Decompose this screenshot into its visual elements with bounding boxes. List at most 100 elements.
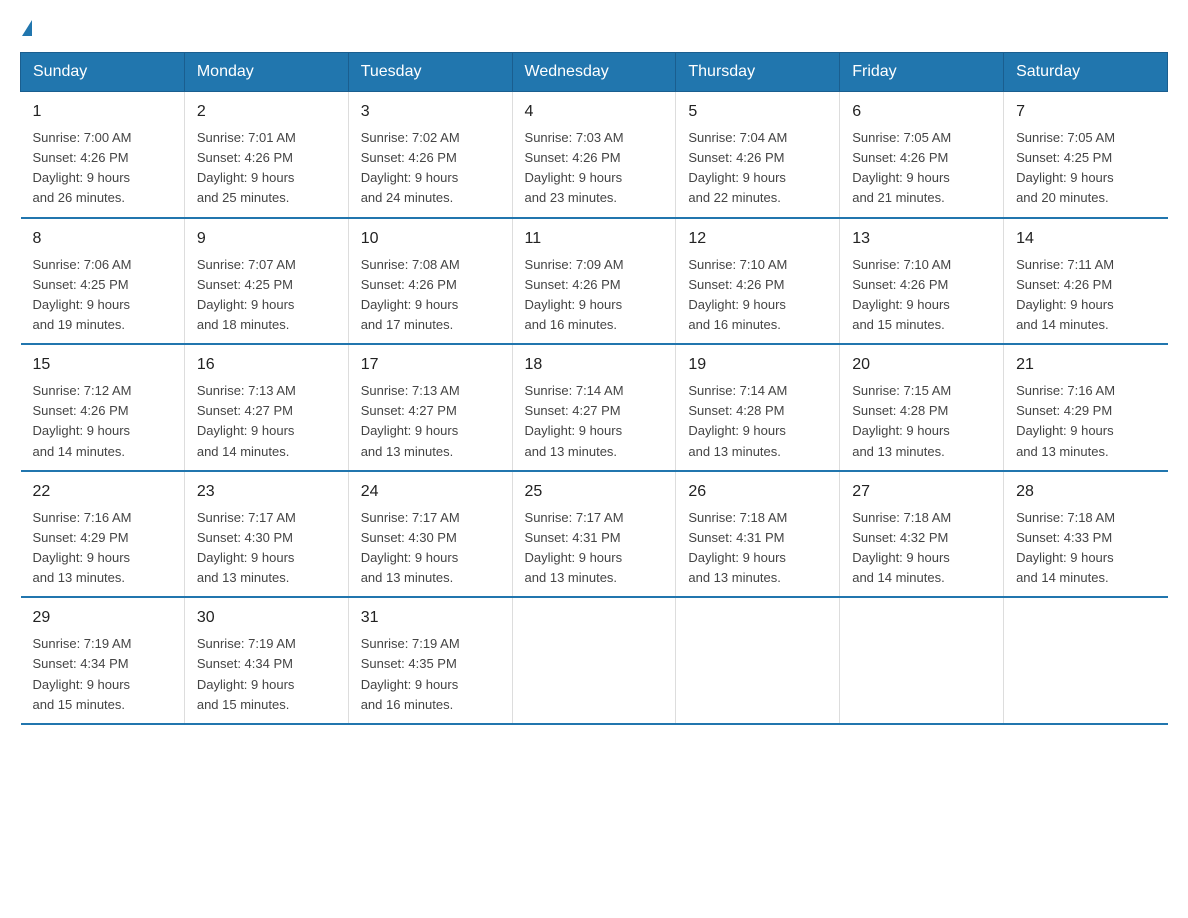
calendar-cell: 14Sunrise: 7:11 AMSunset: 4:26 PMDayligh… — [1004, 218, 1168, 345]
day-number: 29 — [33, 606, 172, 630]
header-row: SundayMondayTuesdayWednesdayThursdayFrid… — [21, 53, 1168, 92]
day-info: Sunrise: 7:13 AMSunset: 4:27 PMDaylight:… — [197, 381, 336, 462]
day-info: Sunrise: 7:17 AMSunset: 4:31 PMDaylight:… — [525, 508, 664, 589]
calendar-cell: 2 Sunrise: 7:01 AMSunset: 4:26 PMDaylight… — [184, 92, 348, 218]
day-info: Sunrise: 7:14 AMSunset: 4:28 PMDaylight:… — [688, 381, 827, 462]
day-info: Sunrise: 7:01 AMSunset: 4:26 PMDaylight:… — [197, 128, 336, 209]
day-info: Sunrise: 7:14 AMSunset: 4:27 PMDaylight:… — [525, 381, 664, 462]
day-number: 22 — [33, 480, 172, 504]
day-info: Sunrise: 7:18 AMSunset: 4:31 PMDaylight:… — [688, 508, 827, 589]
week-row-5: 29 Sunrise: 7:19 AMSunset: 4:34 PMDayligh… — [21, 597, 1168, 724]
day-info: Sunrise: 7:13 AMSunset: 4:27 PMDaylight:… — [361, 381, 500, 462]
calendar-cell: 3 Sunrise: 7:02 AMSunset: 4:26 PMDaylight… — [348, 92, 512, 218]
day-info: Sunrise: 7:03 AMSunset: 4:26 PMDaylight:… — [525, 128, 664, 209]
calendar-cell: 29 Sunrise: 7:19 AMSunset: 4:34 PMDayligh… — [21, 597, 185, 724]
calendar-cell: 20 Sunrise: 7:15 AMSunset: 4:28 PMDayligh… — [840, 344, 1004, 471]
day-info: Sunrise: 7:02 AMSunset: 4:26 PMDaylight:… — [361, 128, 500, 209]
week-row-2: 8 Sunrise: 7:06 AMSunset: 4:25 PMDaylight… — [21, 218, 1168, 345]
header-day-wednesday: Wednesday — [512, 53, 676, 92]
day-number: 31 — [361, 606, 500, 630]
day-info: Sunrise: 7:16 AMSunset: 4:29 PMDaylight:… — [33, 508, 172, 589]
day-info: Sunrise: 7:19 AMSunset: 4:34 PMDaylight:… — [197, 634, 336, 715]
day-info: Sunrise: 7:19 AMSunset: 4:35 PMDaylight:… — [361, 634, 500, 715]
calendar-cell — [840, 597, 1004, 724]
day-number: 24 — [361, 480, 500, 504]
calendar-cell: 23Sunrise: 7:17 AMSunset: 4:30 PMDayligh… — [184, 471, 348, 598]
day-number: 28 — [1016, 480, 1155, 504]
day-number: 17 — [361, 353, 500, 377]
day-info: Sunrise: 7:17 AMSunset: 4:30 PMDaylight:… — [197, 508, 336, 589]
day-info: Sunrise: 7:08 AMSunset: 4:26 PMDaylight:… — [361, 255, 500, 336]
calendar-cell: 26Sunrise: 7:18 AMSunset: 4:31 PMDayligh… — [676, 471, 840, 598]
day-info: Sunrise: 7:06 AMSunset: 4:25 PMDaylight:… — [33, 255, 172, 336]
calendar-cell: 4Sunrise: 7:03 AMSunset: 4:26 PMDaylight… — [512, 92, 676, 218]
page-header — [20, 20, 1168, 36]
day-number: 5 — [688, 100, 827, 124]
day-number: 10 — [361, 227, 500, 251]
header-day-sunday: Sunday — [21, 53, 185, 92]
calendar-cell: 17 Sunrise: 7:13 AMSunset: 4:27 PMDayligh… — [348, 344, 512, 471]
header-day-thursday: Thursday — [676, 53, 840, 92]
calendar-cell: 8 Sunrise: 7:06 AMSunset: 4:25 PMDaylight… — [21, 218, 185, 345]
day-number: 11 — [525, 227, 664, 251]
week-row-3: 15 Sunrise: 7:12 AMSunset: 4:26 PMDayligh… — [21, 344, 1168, 471]
calendar-cell: 13 Sunrise: 7:10 AMSunset: 4:26 PMDayligh… — [840, 218, 1004, 345]
calendar-cell: 25 Sunrise: 7:17 AMSunset: 4:31 PMDayligh… — [512, 471, 676, 598]
calendar-cell: 1 Sunrise: 7:00 AMSunset: 4:26 PMDaylight… — [21, 92, 185, 218]
calendar-cell — [1004, 597, 1168, 724]
logo-triangle-icon — [22, 20, 32, 36]
day-number: 2 — [197, 100, 336, 124]
calendar-cell: 15 Sunrise: 7:12 AMSunset: 4:26 PMDayligh… — [21, 344, 185, 471]
calendar-cell: 22 Sunrise: 7:16 AMSunset: 4:29 PMDayligh… — [21, 471, 185, 598]
calendar-header: SundayMondayTuesdayWednesdayThursdayFrid… — [21, 53, 1168, 92]
calendar-cell: 6 Sunrise: 7:05 AMSunset: 4:26 PMDaylight… — [840, 92, 1004, 218]
day-number: 20 — [852, 353, 991, 377]
day-info: Sunrise: 7:18 AMSunset: 4:32 PMDaylight:… — [852, 508, 991, 589]
day-info: Sunrise: 7:17 AMSunset: 4:30 PMDaylight:… — [361, 508, 500, 589]
day-number: 15 — [33, 353, 172, 377]
calendar-cell: 9Sunrise: 7:07 AMSunset: 4:25 PMDaylight… — [184, 218, 348, 345]
calendar-cell: 19Sunrise: 7:14 AMSunset: 4:28 PMDayligh… — [676, 344, 840, 471]
calendar-cell: 24 Sunrise: 7:17 AMSunset: 4:30 PMDayligh… — [348, 471, 512, 598]
day-number: 16 — [197, 353, 336, 377]
day-info: Sunrise: 7:19 AMSunset: 4:34 PMDaylight:… — [33, 634, 172, 715]
day-info: Sunrise: 7:16 AMSunset: 4:29 PMDaylight:… — [1016, 381, 1155, 462]
header-day-monday: Monday — [184, 53, 348, 92]
day-info: Sunrise: 7:05 AMSunset: 4:25 PMDaylight:… — [1016, 128, 1155, 209]
day-number: 3 — [361, 100, 500, 124]
day-number: 18 — [525, 353, 664, 377]
calendar-cell: 7 Sunrise: 7:05 AMSunset: 4:25 PMDaylight… — [1004, 92, 1168, 218]
day-info: Sunrise: 7:05 AMSunset: 4:26 PMDaylight:… — [852, 128, 991, 209]
header-day-saturday: Saturday — [1004, 53, 1168, 92]
calendar-cell — [676, 597, 840, 724]
day-number: 6 — [852, 100, 991, 124]
day-info: Sunrise: 7:10 AMSunset: 4:26 PMDaylight:… — [688, 255, 827, 336]
day-number: 25 — [525, 480, 664, 504]
day-info: Sunrise: 7:10 AMSunset: 4:26 PMDaylight:… — [852, 255, 991, 336]
day-info: Sunrise: 7:18 AMSunset: 4:33 PMDaylight:… — [1016, 508, 1155, 589]
calendar-cell: 12Sunrise: 7:10 AMSunset: 4:26 PMDayligh… — [676, 218, 840, 345]
calendar-cell — [512, 597, 676, 724]
calendar-cell: 18 Sunrise: 7:14 AMSunset: 4:27 PMDayligh… — [512, 344, 676, 471]
day-number: 30 — [197, 606, 336, 630]
day-info: Sunrise: 7:15 AMSunset: 4:28 PMDaylight:… — [852, 381, 991, 462]
calendar-cell: 28 Sunrise: 7:18 AMSunset: 4:33 PMDayligh… — [1004, 471, 1168, 598]
calendar-cell: 21Sunrise: 7:16 AMSunset: 4:29 PMDayligh… — [1004, 344, 1168, 471]
day-number: 27 — [852, 480, 991, 504]
logo — [20, 20, 32, 36]
calendar-table: SundayMondayTuesdayWednesdayThursdayFrid… — [20, 52, 1168, 725]
calendar-cell: 10 Sunrise: 7:08 AMSunset: 4:26 PMDayligh… — [348, 218, 512, 345]
calendar-body: 1 Sunrise: 7:00 AMSunset: 4:26 PMDaylight… — [21, 92, 1168, 724]
calendar-cell: 30 Sunrise: 7:19 AMSunset: 4:34 PMDayligh… — [184, 597, 348, 724]
day-number: 1 — [33, 100, 172, 124]
day-info: Sunrise: 7:00 AMSunset: 4:26 PMDaylight:… — [33, 128, 172, 209]
calendar-cell: 16 Sunrise: 7:13 AMSunset: 4:27 PMDayligh… — [184, 344, 348, 471]
day-info: Sunrise: 7:11 AMSunset: 4:26 PMDaylight:… — [1016, 255, 1155, 336]
calendar-cell: 27 Sunrise: 7:18 AMSunset: 4:32 PMDayligh… — [840, 471, 1004, 598]
day-info: Sunrise: 7:12 AMSunset: 4:26 PMDaylight:… — [33, 381, 172, 462]
calendar-cell: 31 Sunrise: 7:19 AMSunset: 4:35 PMDayligh… — [348, 597, 512, 724]
day-number: 13 — [852, 227, 991, 251]
week-row-4: 22 Sunrise: 7:16 AMSunset: 4:29 PMDayligh… — [21, 471, 1168, 598]
day-number: 7 — [1016, 100, 1155, 124]
day-number: 8 — [33, 227, 172, 251]
